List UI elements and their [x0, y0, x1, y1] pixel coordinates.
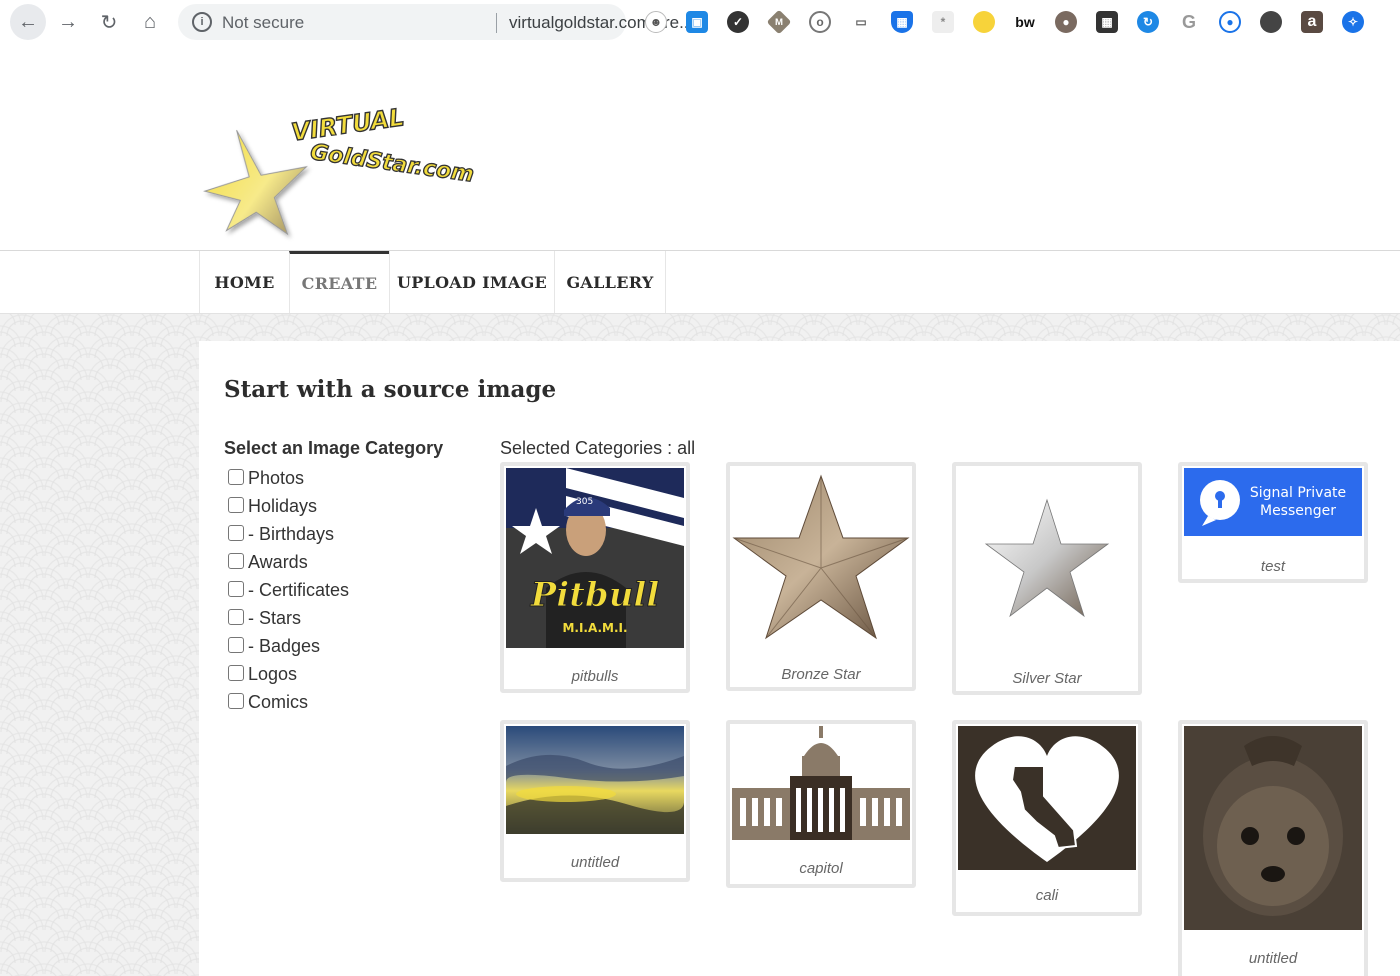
svg-text:M.I.A.M.I.: M.I.A.M.I. — [562, 621, 627, 635]
home-icon[interactable]: ⌂ — [132, 4, 168, 40]
category-checkbox[interactable] — [228, 496, 244, 513]
site-logo[interactable]: VIRTUAL GoldStar.com — [200, 92, 500, 242]
category-list: Photos Holidays - Birthdays Awards - Cer… — [228, 464, 349, 716]
site-header: VIRTUAL GoldStar.com — [0, 44, 1400, 251]
card-caption: untitled — [1248, 950, 1298, 967]
compass-ext-icon[interactable]: ✧ — [1342, 11, 1364, 33]
nav-create[interactable]: CREATE — [289, 251, 389, 313]
category-stars[interactable]: - Stars — [228, 604, 349, 632]
shield-ext-icon[interactable]: ▦ — [891, 11, 913, 33]
window-ext-icon[interactable]: ▣ — [686, 11, 708, 33]
nav-gallery[interactable]: GALLERY — [554, 251, 665, 313]
ghost-ext-icon[interactable]: ☻ — [645, 11, 667, 33]
silver-star-icon — [984, 498, 1110, 618]
category-checkbox[interactable] — [228, 552, 244, 569]
content-panel: Start with a source image Select an Imag… — [199, 341, 1400, 976]
svg-text:GoldStar.com: GoldStar.com — [309, 140, 476, 188]
card-thumbnail — [958, 726, 1136, 870]
category-holidays[interactable]: Holidays — [228, 492, 349, 520]
card-thumbnail — [732, 726, 910, 842]
dog-photo-icon — [1217, 786, 1329, 906]
main-nav: HOME CREATE UPLOAD IMAGE GALLERY — [0, 251, 1400, 314]
gallery-card-capitol[interactable]: capitol — [726, 720, 916, 888]
card-thumbnail — [1184, 726, 1362, 930]
category-birthdays[interactable]: - Birthdays — [228, 520, 349, 548]
laptop-ext-icon[interactable]: ▭ — [850, 11, 872, 33]
svg-text:Signal Private: Signal Private — [1250, 485, 1346, 501]
svg-text:Pitbull: Pitbull — [530, 575, 660, 615]
category-comics[interactable]: Comics — [228, 688, 349, 716]
nav-upload-image[interactable]: UPLOAD IMAGE — [389, 251, 554, 313]
gallery-card-test[interactable]: Signal Private Messenger test — [1178, 462, 1368, 583]
selected-categories: Selected Categories : all — [500, 438, 696, 458]
back-icon[interactable]: ← — [10, 4, 46, 40]
ring-ext-icon[interactable]: o — [809, 11, 831, 33]
gallery-card-untitled[interactable]: untitled — [500, 720, 690, 882]
reload-icon[interactable]: ↻ — [91, 4, 127, 40]
card-thumbnail — [732, 468, 910, 648]
category-checkbox[interactable] — [228, 692, 244, 709]
category-checkbox[interactable] — [228, 664, 244, 681]
category-awards[interactable]: Awards — [228, 548, 349, 576]
info-icon[interactable]: i — [192, 12, 212, 32]
sync-ext-icon[interactable]: ↻ — [1137, 11, 1159, 33]
svg-text:VIRTUAL: VIRTUAL — [290, 103, 406, 147]
card-caption: untitled — [570, 854, 620, 871]
card-caption: Silver Star — [1012, 670, 1082, 687]
category-checkbox[interactable] — [228, 524, 244, 541]
card-caption: Bronze Star — [781, 666, 861, 683]
browser-toolbar: ← → ↻ ⌂ i Not secure virtualgoldstar.com… — [0, 0, 1400, 44]
keys-ext-icon[interactable]: * — [932, 11, 954, 33]
category-checkbox[interactable] — [228, 636, 244, 653]
card-thumbnail — [958, 468, 1136, 648]
nav-home[interactable]: HOME — [199, 251, 289, 313]
category-badges[interactable]: - Badges — [228, 632, 349, 660]
calculator-ext-icon[interactable]: ▦ — [1096, 11, 1118, 33]
page-title: Start with a source image — [224, 376, 557, 403]
gallery-card-untitled-dog[interactable]: untitled — [1178, 720, 1368, 976]
person-ext-icon[interactable]: ● — [1055, 11, 1077, 33]
category-logos[interactable]: Logos — [228, 660, 349, 688]
category-checkbox[interactable] — [228, 608, 244, 625]
check-ext-icon[interactable]: ✓ — [727, 11, 749, 33]
address-divider — [496, 13, 497, 33]
category-heading: Select an Image Category — [224, 438, 444, 458]
forward-icon[interactable]: → — [50, 4, 86, 40]
security-label: Not secure — [222, 13, 305, 32]
gallery-card-pitbulls[interactable]: Pitbull M.I.A.M.I. 305 pitbulls — [500, 462, 690, 693]
circle-ext-icon[interactable] — [1260, 11, 1282, 33]
honey-ext-icon[interactable] — [973, 11, 995, 33]
category-photos[interactable]: Photos — [228, 464, 349, 492]
bw-ext-icon[interactable]: bw — [1014, 11, 1036, 33]
category-checkbox[interactable] — [228, 580, 244, 597]
svg-text:305: 305 — [576, 497, 593, 507]
svg-text:Messenger: Messenger — [1260, 503, 1336, 519]
gallery-card-silver-star[interactable]: Silver Star — [952, 462, 1142, 695]
card-thumbnail: Signal Private Messenger — [1184, 468, 1362, 536]
card-caption: test — [1260, 558, 1286, 575]
card-thumbnail: Pitbull M.I.A.M.I. 305 — [506, 468, 684, 648]
gallery-card-bronze-star[interactable]: Bronze Star — [726, 462, 916, 691]
gallery-card-cali[interactable]: cali — [952, 720, 1142, 916]
nav-divider — [665, 251, 666, 313]
address-bar[interactable]: i Not secure virtualgoldstar.com/cre... … — [178, 4, 788, 40]
card-caption: pitbulls — [571, 668, 619, 685]
google-ext-icon[interactable]: G — [1178, 11, 1200, 33]
category-checkbox[interactable] — [228, 468, 244, 485]
lock-ext-icon[interactable]: ● — [1219, 11, 1241, 33]
card-caption: cali — [1035, 887, 1059, 904]
card-caption: capitol — [799, 860, 843, 877]
a-ext-icon[interactable]: a — [1301, 11, 1323, 33]
card-thumbnail — [506, 726, 684, 834]
category-certificates[interactable]: - Certificates — [228, 576, 349, 604]
